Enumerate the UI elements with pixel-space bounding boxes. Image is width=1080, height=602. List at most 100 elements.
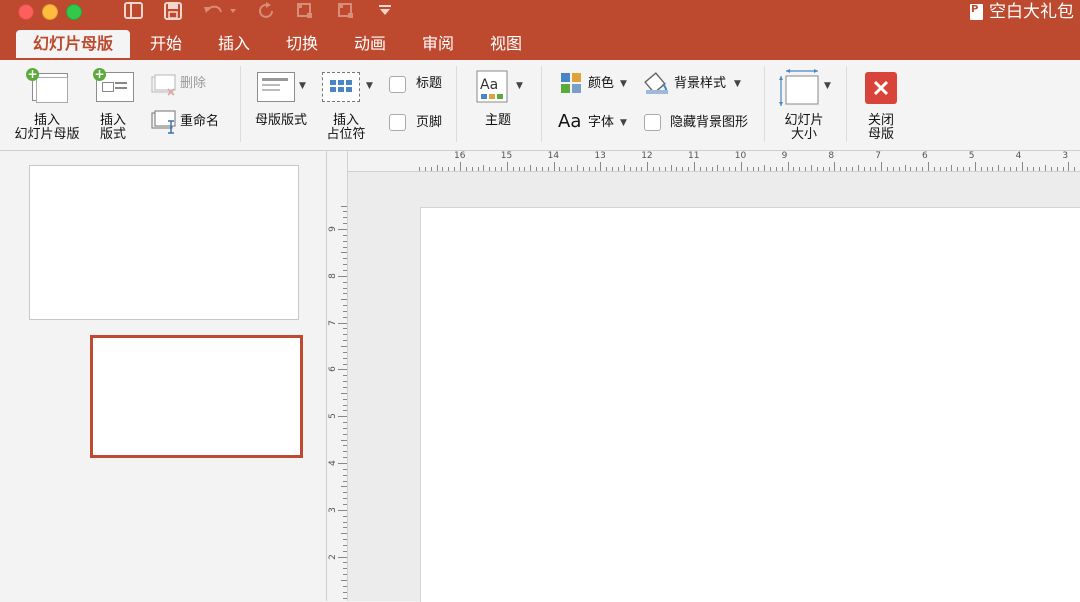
colors-label: 颜色 <box>588 76 615 91</box>
ruler-tick <box>594 167 596 171</box>
ruler-tick <box>1050 167 1052 171</box>
ruler-tick <box>343 217 347 219</box>
ruler-tick <box>343 503 347 505</box>
tab-slide-master[interactable]: 幻灯片母版 <box>16 30 130 58</box>
ruler-tick <box>341 533 347 535</box>
title-bar: 空白大礼包 幻灯片母版 开始 插入 切换 动画 审阅 视图 <box>0 0 1080 60</box>
ruler-tick <box>512 167 514 171</box>
ruler-label: 7 <box>327 319 338 326</box>
ruler-tick <box>875 167 877 171</box>
undo-icon[interactable] <box>203 3 237 19</box>
tab-transitions[interactable]: 切换 <box>276 30 328 58</box>
ruler-tick <box>343 410 347 412</box>
insert-slide-master-label-2: 幻灯片母版 <box>14 127 80 142</box>
ruler-tick <box>343 363 347 365</box>
close-icon <box>865 72 897 104</box>
ruler-tick <box>343 527 347 529</box>
ruler-tick <box>541 167 543 171</box>
ruler-tick <box>524 167 526 171</box>
ruler-tick <box>547 167 549 171</box>
layout-slide-thumbnail-selected[interactable] <box>90 335 303 458</box>
ruler-tick <box>489 167 491 171</box>
ruler-tick <box>992 167 994 171</box>
ruler-tick <box>341 392 347 394</box>
ruler-tick <box>343 468 347 470</box>
ruler-tick <box>343 287 347 289</box>
ruler-tick <box>343 234 347 236</box>
master-layout-label: 母版版式 <box>254 113 307 128</box>
tab-view[interactable]: 视图 <box>480 30 532 58</box>
theme-icon: Aa <box>476 70 508 103</box>
ruler-tick <box>840 167 842 171</box>
redo-icon[interactable] <box>258 2 276 20</box>
master-slide-thumbnail[interactable] <box>29 165 299 320</box>
ruler-tick <box>588 167 590 171</box>
ruler-tick <box>729 167 731 171</box>
ruler-tick <box>734 167 736 171</box>
tab-home[interactable]: 开始 <box>140 30 192 58</box>
ruler-tick <box>635 167 637 171</box>
chevron-down-icon: ▼ <box>620 79 627 89</box>
close-window-button[interactable] <box>18 4 34 20</box>
format-painter-2-icon[interactable] <box>337 2 355 20</box>
ruler-tick <box>1033 167 1035 171</box>
ruler-tick <box>945 167 947 171</box>
ruler-tick <box>998 165 1000 171</box>
ruler-tick <box>477 167 479 171</box>
tab-animations[interactable]: 动画 <box>344 30 396 58</box>
hide-background-checkbox[interactable] <box>644 114 661 131</box>
ruler-tick <box>1062 167 1064 171</box>
ruler-tick <box>343 521 347 523</box>
ruler-label: 13 <box>594 151 606 161</box>
ruler-tick <box>424 167 426 171</box>
ruler-tick <box>483 165 485 171</box>
ruler-tick <box>343 404 347 406</box>
ruler-label: 4 <box>327 460 338 466</box>
ruler-tick <box>343 539 347 541</box>
ruler-tick <box>338 229 347 230</box>
ruler-tick <box>343 585 347 587</box>
chevron-down-icon: ▼ <box>299 81 306 91</box>
ruler-tick <box>343 492 347 494</box>
minimize-window-button[interactable] <box>42 4 58 20</box>
ruler-tick <box>869 167 871 171</box>
slide-thumbnail-pane[interactable] <box>0 151 327 601</box>
tab-insert[interactable]: 插入 <box>208 30 260 58</box>
ruler-tick <box>939 167 941 171</box>
ruler-tick <box>338 322 347 324</box>
customize-caret-icon[interactable] <box>378 4 392 16</box>
ruler-tick <box>343 264 347 266</box>
ruler-tick <box>1009 167 1011 171</box>
ruler-tick <box>343 574 347 576</box>
save-icon[interactable] <box>164 2 182 20</box>
ruler-tick <box>1045 165 1046 171</box>
ruler-tick <box>343 340 347 342</box>
ruler-tick <box>343 281 347 283</box>
ruler-tick <box>933 167 935 171</box>
ruler-label: 5 <box>327 413 338 420</box>
title-checkbox[interactable] <box>389 76 406 93</box>
ruler-tick <box>500 167 502 171</box>
ruler-tick <box>343 310 347 312</box>
ruler-tick <box>343 422 347 424</box>
ruler-tick <box>863 167 865 171</box>
ruler-tick <box>781 167 783 171</box>
tab-review[interactable]: 审阅 <box>412 30 464 58</box>
slide-size-icon <box>779 69 819 106</box>
ruler-tick <box>471 167 473 171</box>
insert-layout-label-2: 版式 <box>99 127 126 142</box>
ruler-tick <box>343 433 347 435</box>
ruler-tick <box>577 165 578 171</box>
sidebar-icon[interactable] <box>124 2 144 20</box>
svg-text:Aa: Aa <box>480 77 498 93</box>
zoom-window-button[interactable] <box>66 4 82 20</box>
ruler-label: 8 <box>327 272 338 279</box>
fonts-icon: Aa <box>558 111 582 132</box>
slide-master-editing-area[interactable] <box>420 207 1080 602</box>
ruler-tick <box>343 246 347 248</box>
ribbon-separator <box>541 66 542 142</box>
format-painter-icon[interactable] <box>296 2 314 20</box>
footer-checkbox[interactable] <box>389 114 406 131</box>
ruler-tick <box>343 498 347 500</box>
ruler-tick <box>454 167 456 171</box>
